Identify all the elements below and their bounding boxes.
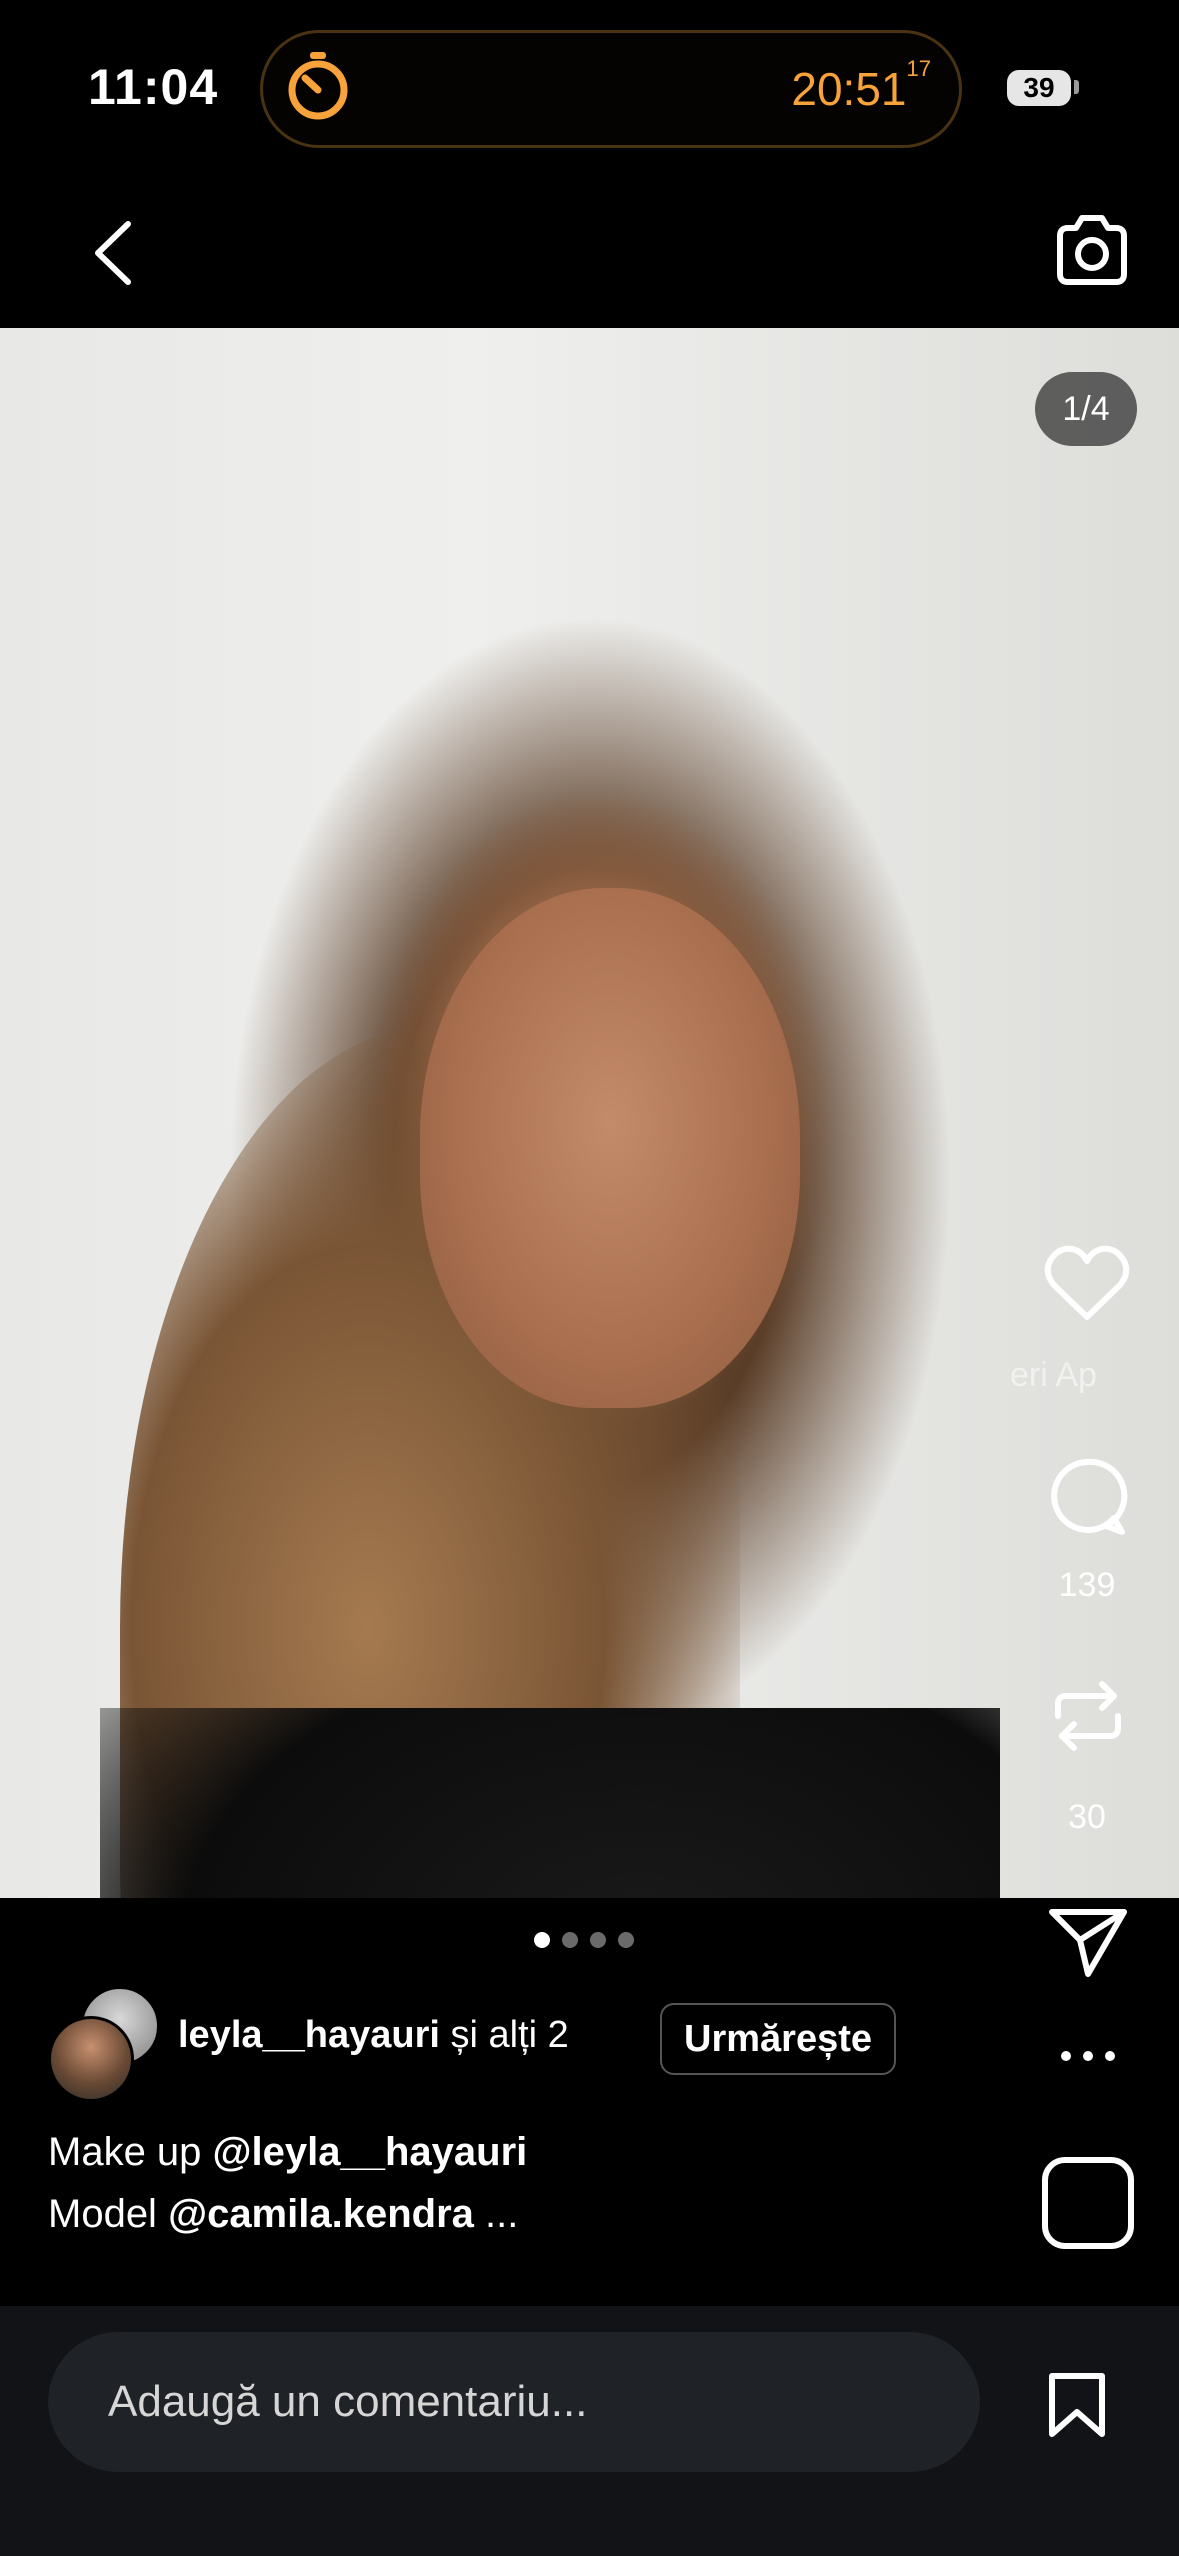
timer-readout: 20:5117 <box>791 56 931 116</box>
chevron-left-icon[interactable] <box>90 218 138 288</box>
caption-line: Model @camila.kendra ... <box>48 2192 518 2237</box>
comment-bubble-icon[interactable] <box>1046 1456 1128 1538</box>
avatar[interactable] <box>48 2016 134 2102</box>
author-name[interactable]: leyla__hayauri <box>178 2014 440 2056</box>
repost-icon[interactable] <box>1048 1676 1128 1756</box>
status-time: 11:04 <box>88 59 219 115</box>
photo-face <box>420 888 800 1408</box>
post-photo[interactable] <box>0 328 1179 1898</box>
caption-mention[interactable]: @camila.kendra <box>168 2192 474 2236</box>
camera-icon[interactable] <box>1052 212 1132 288</box>
battery-indicator: 39 <box>1007 70 1071 106</box>
media-counter: 1/4 <box>1035 372 1137 446</box>
photo-dress <box>100 1708 1000 1898</box>
stopwatch-icon <box>288 52 348 120</box>
carousel-dot <box>590 1932 606 1948</box>
rounded-square-icon[interactable] <box>1041 2156 1135 2250</box>
comment-input[interactable] <box>48 2332 980 2472</box>
author-line[interactable]: leyla__hayauri și alți 2 <box>178 2014 569 2057</box>
caption-more[interactable]: ... <box>474 2192 518 2236</box>
caption-mention[interactable]: @leyla__hayauri <box>213 2130 528 2174</box>
carousel-dots <box>534 1932 634 1948</box>
bookmark-icon[interactable] <box>1046 2372 1108 2438</box>
caption-line: Make up @leyla__hayauri <box>48 2130 527 2175</box>
caption-prefix: Model <box>48 2192 169 2236</box>
timer-fraction: 17 <box>906 56 931 81</box>
carousel-dot-active <box>534 1932 550 1948</box>
heart-icon[interactable] <box>1044 1243 1130 1323</box>
follow-button[interactable]: Urmărește <box>660 2003 896 2075</box>
repost-count: 30 <box>1068 1798 1106 1836</box>
carousel-dot <box>618 1932 634 1948</box>
timer-time: 20:51 <box>791 63 907 115</box>
comment-count: 139 <box>1058 1566 1116 1604</box>
author-others[interactable]: și alți 2 <box>451 2014 569 2056</box>
translation-snippet: eri Ap <box>1010 1356 1097 1394</box>
battery-tip <box>1074 80 1079 94</box>
paper-plane-icon[interactable] <box>1048 1906 1128 1978</box>
ellipsis-icon[interactable] <box>1058 2048 1118 2064</box>
carousel-dot <box>562 1932 578 1948</box>
caption-prefix: Make up <box>48 2130 213 2174</box>
